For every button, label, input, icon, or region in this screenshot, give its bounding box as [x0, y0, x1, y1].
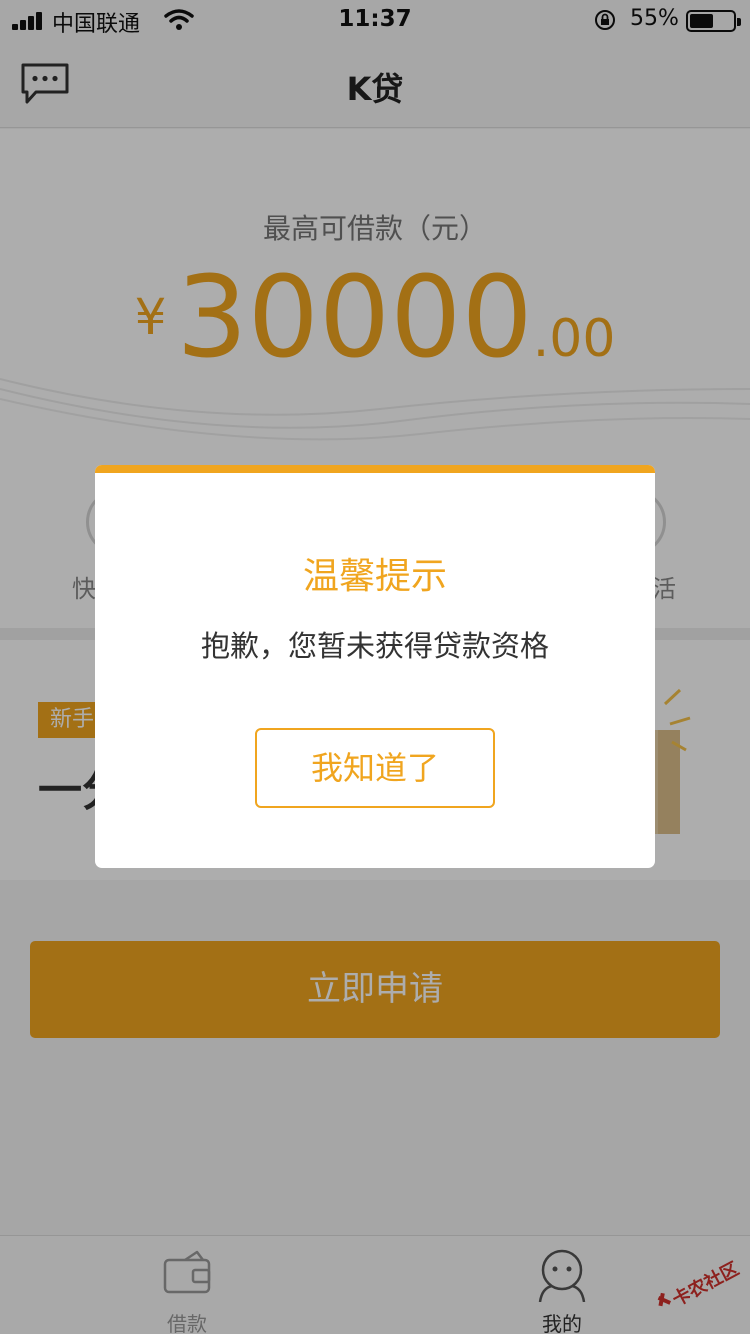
acknowledge-button[interactable]: 我知道了 [255, 728, 495, 808]
dialog-title: 温馨提示 [302, 556, 447, 597]
alert-dialog: 温馨提示 抱歉，您暂未获得贷款资格 我知道了 [95, 465, 655, 868]
dialog-accent-bar [95, 465, 655, 473]
dialog-message: 抱歉，您暂未获得贷款资格 [200, 629, 549, 663]
